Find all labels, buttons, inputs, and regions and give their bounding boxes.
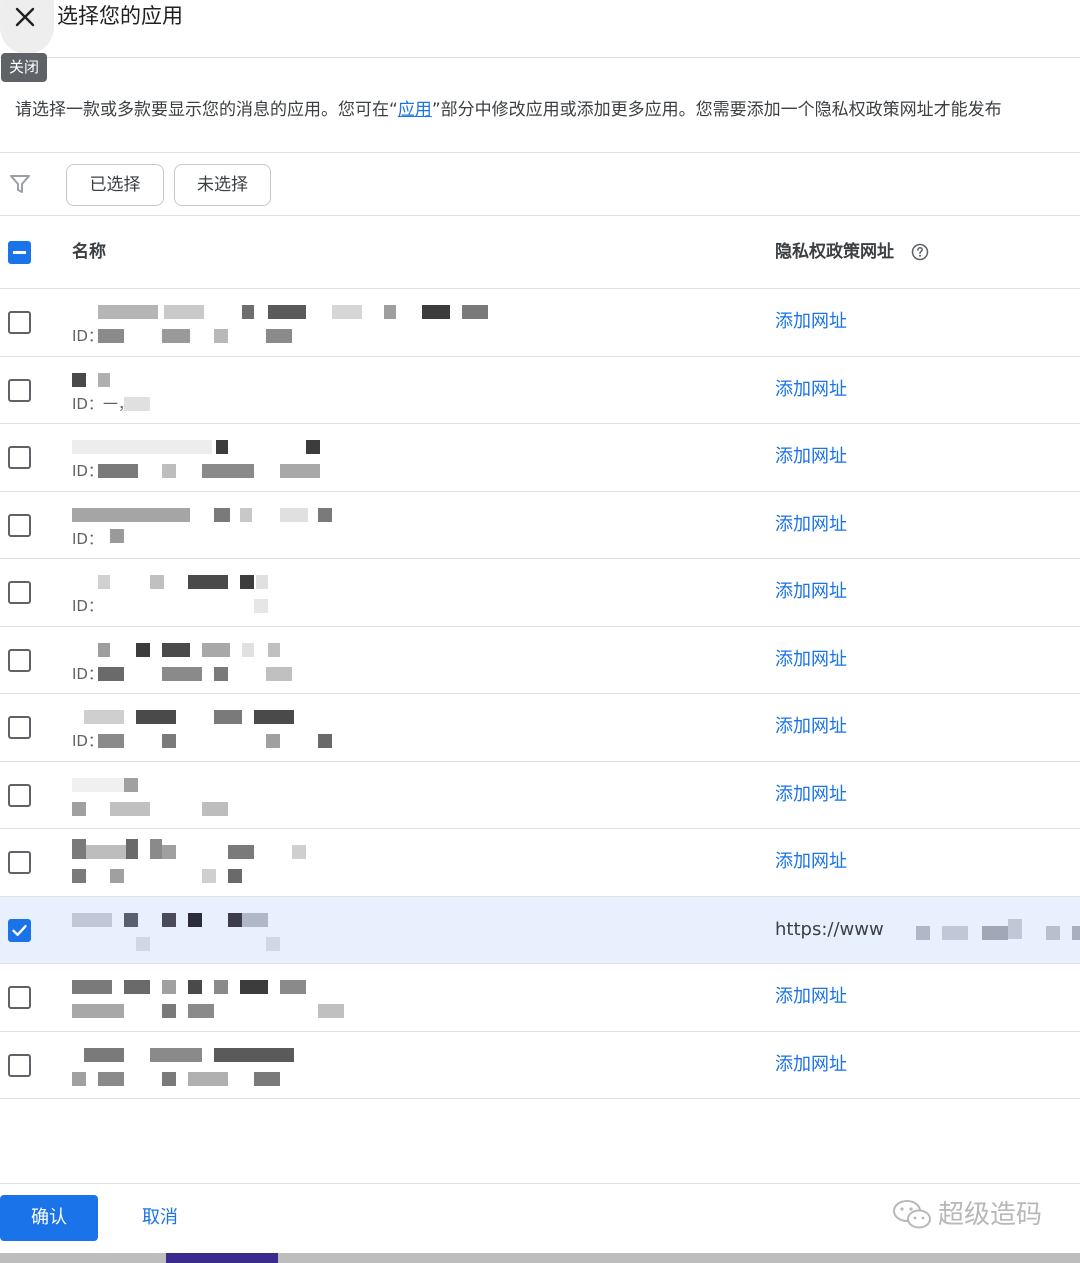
filter-chip-selected[interactable]: 已选择 <box>66 164 164 206</box>
app-id-label: ID： <box>72 529 103 548</box>
table-row[interactable]: 添加网址 <box>0 829 1080 897</box>
dialog-footer: 确认 取消 超级造码 <box>0 1183 1080 1253</box>
table-row[interactable]: ID： 添加网址 <box>0 694 1080 762</box>
description-text: 请选择一款或多款要显示您的消息的应用。您可在“应用”部分中修改应用或添加更多应用… <box>15 96 1080 124</box>
row-checkbox[interactable] <box>8 311 31 334</box>
add-url-link[interactable]: 添加网址 <box>775 444 847 470</box>
row-checkbox-checked[interactable] <box>8 918 31 942</box>
apps-link[interactable]: 应用 <box>398 100 432 120</box>
cancel-button[interactable]: 取消 <box>142 1195 178 1241</box>
confirm-button[interactable]: 确认 <box>0 1195 98 1241</box>
table-row[interactable]: ID： 添加网址 <box>0 492 1080 559</box>
row-checkbox[interactable] <box>8 378 31 402</box>
app-name-redacted <box>72 575 492 590</box>
app-name-redacted <box>72 642 492 658</box>
close-icon <box>15 7 35 27</box>
row-checkbox[interactable] <box>8 1053 31 1077</box>
table-row[interactable]: 添加网址 <box>0 964 1080 1032</box>
app-name-redacted <box>72 440 492 455</box>
bottom-strip <box>0 1253 1080 1263</box>
table-row-selected[interactable]: https://www <box>0 896 1080 964</box>
app-name-redacted <box>72 507 492 523</box>
description-before: 请选择一款或多款要显示您的消息的应用。您可在“ <box>15 100 398 120</box>
app-name-redacted <box>72 372 492 388</box>
row-checkbox[interactable] <box>8 783 31 807</box>
app-name-redacted <box>72 710 492 725</box>
table-row[interactable]: ID： 添加网址 <box>0 424 1080 492</box>
row-checkbox[interactable] <box>8 851 31 874</box>
app-name-redacted <box>72 1047 492 1063</box>
add-url-link[interactable]: 添加网址 <box>775 714 847 740</box>
filter-bar: 已选择 未选择 <box>0 152 1080 216</box>
privacy-url-column-header[interactable]: 隐私权政策网址 <box>775 238 894 266</box>
add-url-link[interactable]: 添加网址 <box>775 782 847 808</box>
table-row[interactable]: ID： 添加网址 <box>0 289 1080 357</box>
add-url-link[interactable]: 添加网址 <box>775 309 847 335</box>
add-url-link[interactable]: 添加网址 <box>775 849 847 875</box>
table-header: 名称 隐私权政策网址 <box>0 216 1080 289</box>
filter-icon[interactable] <box>9 173 31 195</box>
add-url-link[interactable]: 添加网址 <box>775 647 847 673</box>
table-row[interactable]: ID：一， 添加网址 <box>0 357 1080 424</box>
table-row[interactable]: 添加网址 <box>0 762 1080 829</box>
app-name-redacted <box>72 777 492 793</box>
wechat-icon <box>893 1200 931 1229</box>
add-url-link[interactable]: 添加网址 <box>775 1052 847 1078</box>
watermark-text: 超级造码 <box>938 1200 1043 1230</box>
description-after: ”部分中修改应用或添加更多应用。您需要添加一个隐私权政策网址才能发布 <box>431 100 1002 120</box>
app-list: ID： 添加网址 ID：一， 添加网址 ID： 添加网址 ID： 添加网址 ID… <box>0 289 1080 1099</box>
table-row[interactable]: ID： 添加网址 <box>0 627 1080 694</box>
add-url-link[interactable]: 添加网址 <box>775 512 847 538</box>
row-checkbox[interactable] <box>8 716 31 739</box>
table-row[interactable]: ID： 添加网址 <box>0 559 1080 627</box>
app-name-redacted <box>72 305 492 320</box>
row-checkbox[interactable] <box>8 986 31 1009</box>
app-name-redacted <box>72 912 492 928</box>
add-url-link[interactable]: 添加网址 <box>775 377 847 403</box>
close-tooltip: 关闭 <box>1 53 48 82</box>
dialog-title: 选择您的应用 <box>57 4 183 28</box>
app-name-redacted <box>72 980 492 995</box>
help-icon[interactable] <box>911 243 929 261</box>
app-id-label: ID： <box>72 597 103 615</box>
add-url-link[interactable]: 添加网址 <box>775 984 847 1010</box>
row-checkbox[interactable] <box>8 513 31 537</box>
row-checkbox[interactable] <box>8 446 31 469</box>
privacy-url-value[interactable]: https://www <box>775 917 884 943</box>
check-icon <box>12 924 27 936</box>
row-checkbox[interactable] <box>8 581 31 604</box>
add-url-link[interactable]: 添加网址 <box>775 579 847 605</box>
dialog-header: 选择您的应用 <box>0 0 1080 58</box>
close-button[interactable] <box>0 0 54 54</box>
app-name-redacted <box>72 839 492 860</box>
select-all-checkbox[interactable] <box>8 241 31 264</box>
filter-chip-unselected[interactable]: 未选择 <box>174 164 271 206</box>
table-row[interactable]: 添加网址 <box>0 1032 1080 1099</box>
row-checkbox[interactable] <box>8 648 31 672</box>
name-column-header[interactable]: 名称 <box>72 238 106 266</box>
